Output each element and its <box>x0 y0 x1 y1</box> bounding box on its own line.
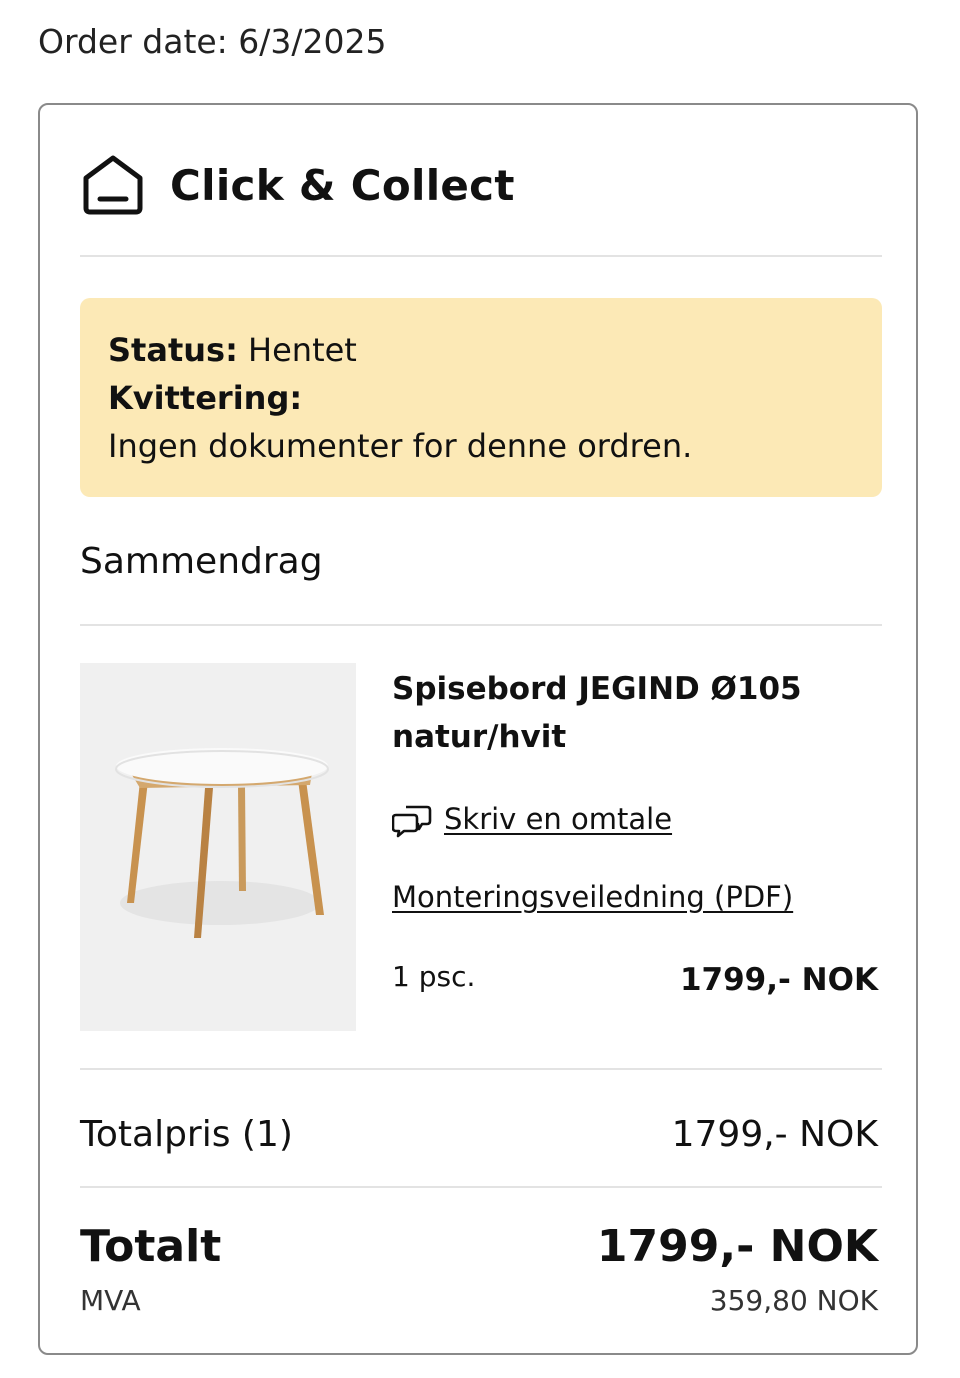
divider <box>80 1068 882 1070</box>
product-image[interactable] <box>80 663 356 1031</box>
receipt-label: Kvittering: <box>108 379 303 417</box>
product-name[interactable]: Spisebord JEGIND Ø105 natur/hvit <box>392 665 872 761</box>
total-label: Totalt <box>80 1221 222 1272</box>
subtotal-value: 1799,- NOK <box>671 1114 878 1155</box>
status-line: Status: Hentet <box>108 326 854 374</box>
card-header: Click & Collect <box>80 150 515 220</box>
divider <box>80 1186 882 1188</box>
status-value: Hentet <box>248 331 357 369</box>
vat-label: MVA <box>80 1284 141 1317</box>
house-icon <box>83 155 143 215</box>
write-review-link[interactable]: Skriv en omtale <box>444 802 672 836</box>
item-price: 1799,- NOK <box>679 962 878 998</box>
summary-title: Sammendrag <box>80 541 323 582</box>
status-box: Status: Hentet Kvittering: Ingen dokumen… <box>80 298 882 497</box>
assembly-manual-link[interactable]: Monteringsveiledning (PDF) <box>392 875 793 919</box>
total-value: 1799,- NOK <box>596 1221 878 1272</box>
divider <box>80 624 882 626</box>
divider <box>80 255 882 257</box>
order-card: Click & Collect Status: Hentet Kvitterin… <box>38 103 918 1355</box>
order-date: Order date: 6/3/2025 <box>38 22 387 61</box>
speech-bubbles-icon <box>392 805 432 838</box>
receipt-message: Ingen dokumenter for denne ordren. <box>108 427 693 465</box>
delivery-method-title: Click & Collect <box>170 160 515 210</box>
item-quantity: 1 psc. <box>392 960 476 993</box>
subtotal-label: Totalpris (1) <box>80 1114 293 1155</box>
vat-value: 359,80 NOK <box>709 1284 878 1317</box>
status-label: Status: <box>108 331 238 369</box>
review-link-row[interactable]: Skriv en omtale <box>392 795 672 843</box>
table-illustration <box>80 663 356 1031</box>
